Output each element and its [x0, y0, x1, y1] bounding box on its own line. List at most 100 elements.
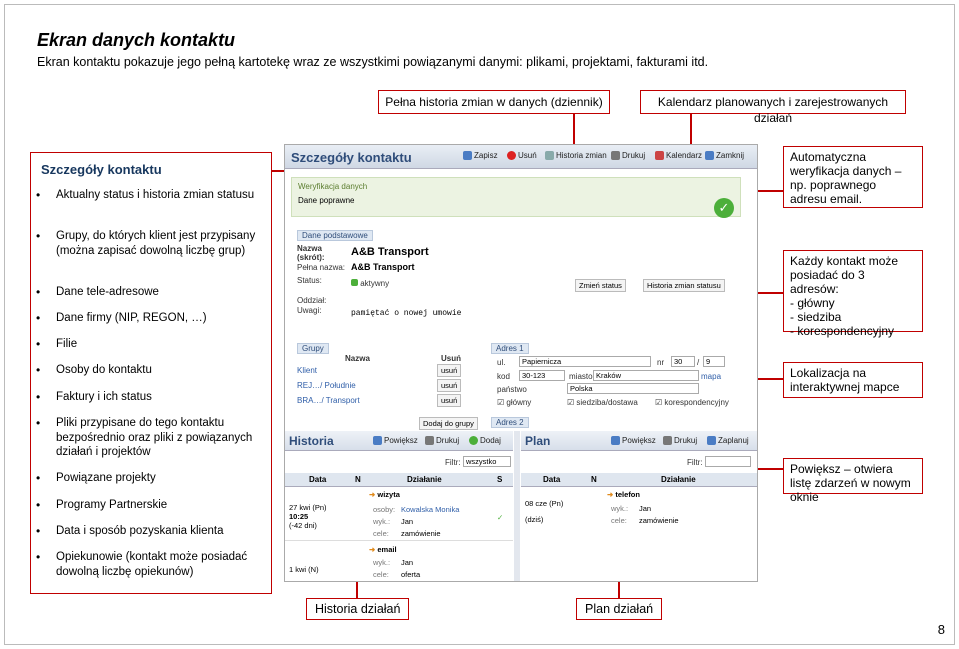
save-icon [463, 151, 472, 160]
notes-value: pamiętać o nowej umowie [351, 309, 462, 318]
address-type-main[interactable]: ☑ główny [497, 398, 531, 407]
col-date: Data [309, 475, 327, 484]
callout-text: Automatyczna weryfikacja danych – np. po… [790, 150, 902, 206]
address-type-seat[interactable]: ☑ siedziba/dostawa [567, 398, 638, 407]
type-text: telefon [615, 490, 640, 499]
button-label: Powiększ [384, 436, 418, 445]
person-link[interactable]: Kowalska Monika [401, 505, 459, 514]
by-value: Jan [639, 504, 652, 513]
house-nr-input[interactable]: 30 [671, 356, 695, 367]
by-label: wyk.: [373, 517, 391, 526]
tab-address-1[interactable]: Adres 1 [491, 343, 529, 354]
section-groups: Grupy [297, 343, 329, 354]
tab-address-2[interactable]: Adres 2 [491, 417, 529, 428]
delete-button[interactable]: Usuń [507, 151, 537, 160]
history-type[interactable]: ➜ wizyta [369, 490, 400, 499]
zip-input[interactable]: 30-123 [519, 370, 565, 381]
history-type[interactable]: ➜ email [369, 545, 397, 554]
page-title: Ekran danych kontaktu [37, 30, 236, 50]
close-button[interactable]: Zamknij [705, 151, 744, 160]
by-label: wyk.: [611, 504, 629, 513]
verification-label: Weryfikacja danych [298, 182, 368, 191]
done-check-icon: ✓ [497, 513, 504, 522]
button-label: Powiększ [622, 436, 656, 445]
change-status-button[interactable]: Zmień status [575, 279, 626, 292]
save-button[interactable]: Zapisz [463, 151, 498, 160]
plan-pane-header: Plan Powiększ Drukuj Zaplanuj [521, 431, 757, 451]
plan-actions-label: Plan działań [576, 598, 663, 620]
plan-type[interactable]: ➜ telefon [607, 490, 640, 499]
city-label: miasto [569, 372, 593, 381]
button-label: Zamknij [716, 151, 745, 160]
button-label: Dodaj [480, 436, 501, 445]
remove-group-button[interactable]: usuń [437, 364, 462, 377]
arrow-line [618, 582, 620, 598]
city-input[interactable]: Kraków [593, 370, 699, 381]
app-header-title: Szczegóły kontaktu [291, 150, 412, 165]
callout-map: Lokalizacja na interaktywnej mapce [783, 362, 923, 398]
plan-print-button[interactable]: Drukuj [663, 436, 697, 445]
page-number: 8 [937, 622, 945, 637]
calendar-button[interactable]: Kalendarz [655, 151, 702, 160]
history-changes-button[interactable]: Historia zmian [545, 151, 607, 160]
list-item: Powiązane projekty [36, 471, 266, 486]
print-button[interactable]: Drukuj [611, 151, 645, 160]
status-history-button[interactable]: Historia zmian statusu [643, 279, 725, 292]
remove-group-button[interactable]: usuń [437, 394, 462, 407]
notes-label: Uwagi: [297, 306, 322, 315]
checkbox-label: korespondencyjny [664, 398, 729, 407]
list-item: Filie [36, 337, 266, 352]
check-icon: ✓ [714, 198, 734, 218]
map-link[interactable]: mapa [701, 372, 721, 381]
flat-nr-input[interactable]: 9 [703, 356, 725, 367]
nr-label: nr [657, 358, 665, 367]
plan-title: Plan [525, 434, 551, 448]
plan-date: 08 cze (Pn) [525, 499, 564, 508]
button-label: Historia zmian [556, 151, 607, 160]
plan-filter-select[interactable] [705, 456, 751, 467]
button-label: Kalendarz [666, 151, 703, 160]
country-select[interactable]: Polska [567, 383, 699, 394]
by-value: Jan [401, 558, 414, 567]
plan-table-header: Data N Działanie [521, 473, 757, 487]
print-icon [611, 151, 620, 160]
remove-group-button[interactable]: usuń [437, 379, 462, 392]
country-label: państwo [497, 385, 527, 394]
history-pane-header: Historia Powiększ Drukuj Dodaj [285, 431, 513, 451]
plan-schedule-button[interactable]: Zaplanuj [707, 436, 749, 445]
history-filter-select[interactable]: wszystko [463, 456, 511, 467]
address-type-corr[interactable]: ☑ korespondencyjny [655, 398, 729, 407]
slash-separator: / [697, 358, 700, 367]
status-label: Status: [297, 276, 322, 285]
col-date: Data [543, 475, 561, 484]
history-table-header: Data N Działanie S [285, 473, 513, 487]
short-name-value: A&B Transport [351, 246, 429, 258]
plan-filter-label: Filtr: [687, 458, 703, 467]
groups-col-name: Nazwa [345, 354, 370, 363]
button-label: Zaplanuj [718, 436, 749, 445]
goal-value: oferta [401, 570, 421, 579]
schedule-icon [707, 436, 716, 445]
full-name-value: A&B Transport [351, 262, 415, 272]
pane-splitter[interactable] [514, 431, 520, 581]
callout-text: Lokalizacja na interaktywnej mapce [790, 366, 900, 394]
checkbox-label: siedziba/dostawa [576, 398, 638, 407]
list-item: Faktury i ich status [36, 390, 266, 405]
history-print-button[interactable]: Drukuj [425, 436, 459, 445]
group-row[interactable]: Klient [297, 366, 317, 375]
group-row[interactable]: BRA…/ Transport [297, 396, 360, 405]
plan-enlarge-button[interactable]: Powiększ [611, 436, 656, 445]
plan-ago: (dziś) [525, 515, 544, 524]
history-add-button[interactable]: Dodaj [469, 436, 501, 445]
calendar-icon [655, 151, 664, 160]
group-row[interactable]: REJ…/ Południe [297, 381, 356, 390]
arrow-icon: ➜ [369, 490, 376, 499]
enlarge-icon [611, 436, 620, 445]
add-to-group-button[interactable]: Dodaj do grupy [419, 417, 478, 430]
verification-value: Dane poprawne [298, 196, 355, 205]
history-enlarge-button[interactable]: Powiększ [373, 436, 418, 445]
street-input[interactable]: Papiernicza [519, 356, 651, 367]
goal-value: zamówienie [639, 516, 679, 525]
short-name-label: Nazwa (skrót): [297, 244, 325, 262]
arrow-icon: ➜ [369, 545, 376, 554]
